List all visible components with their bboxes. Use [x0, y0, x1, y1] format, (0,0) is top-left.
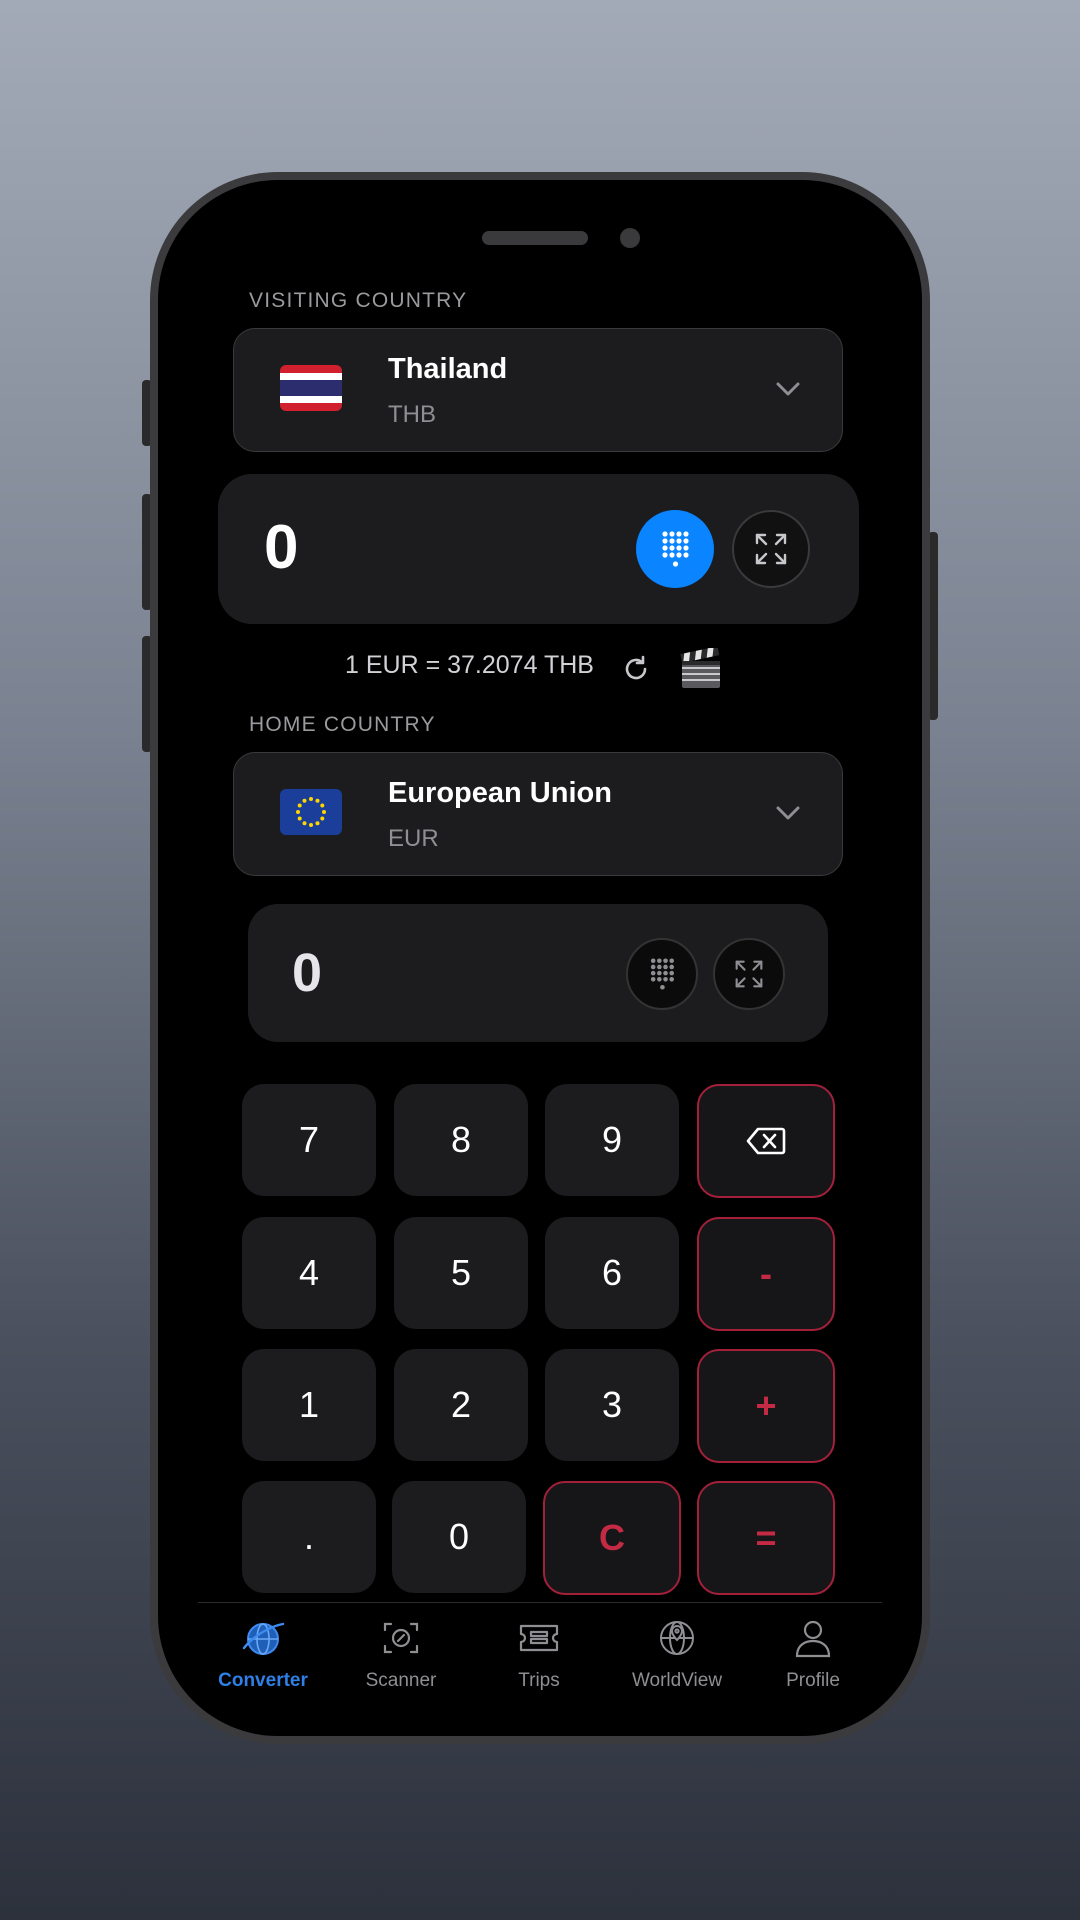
home-expand-button[interactable]	[713, 938, 785, 1010]
tabbar-divider	[198, 1602, 882, 1603]
key-9[interactable]: 9	[545, 1084, 679, 1196]
scan-icon	[383, 1622, 419, 1654]
refresh-icon[interactable]	[621, 654, 651, 684]
home-country-selector[interactable]: European Union EUR	[233, 752, 843, 876]
key-decimal[interactable]: .	[242, 1481, 376, 1593]
globe-icon	[242, 1622, 285, 1655]
visiting-keypad-toggle-button[interactable]	[636, 510, 714, 588]
key-7[interactable]: 7	[242, 1084, 376, 1196]
tab-worldview[interactable]: WorldView	[612, 1618, 742, 1698]
minus-button[interactable]: -	[697, 1217, 835, 1331]
tab-label: Scanner	[365, 1670, 437, 1691]
key-8[interactable]: 8	[394, 1084, 528, 1196]
plus-button[interactable]: +	[697, 1349, 835, 1463]
tab-label: WorldView	[631, 1670, 723, 1691]
home-country-name: European Union	[388, 777, 612, 809]
home-keypad-toggle-button[interactable]	[626, 938, 698, 1010]
visiting-section-label: VISITING COUNTRY	[249, 289, 468, 312]
earpiece-speaker	[482, 231, 588, 245]
map-pin-globe-icon	[660, 1621, 694, 1655]
visiting-amount: 0	[264, 513, 299, 582]
tab-scanner[interactable]: Scanner	[336, 1618, 466, 1698]
ticket-icon	[519, 1624, 559, 1652]
key-0[interactable]: 0	[392, 1481, 526, 1593]
home-amount: 0	[292, 943, 323, 1003]
tab-label: Trips	[518, 1670, 560, 1691]
visiting-amount-box[interactable]: 0	[218, 474, 859, 624]
front-camera	[620, 228, 640, 248]
key-2[interactable]: 2	[394, 1349, 528, 1461]
thailand-flag-icon	[280, 365, 342, 411]
tab-label: Profile	[786, 1670, 840, 1691]
backspace-button[interactable]	[697, 1084, 835, 1198]
person-icon	[795, 1620, 831, 1658]
key-4[interactable]: 4	[242, 1217, 376, 1329]
key-1[interactable]: 1	[242, 1349, 376, 1461]
key-5[interactable]: 5	[394, 1217, 528, 1329]
exchange-rate-text: 1 EUR = 37.2074 THB	[345, 651, 594, 679]
equals-button[interactable]: =	[697, 1481, 835, 1595]
backspace-icon	[746, 1127, 786, 1155]
expand-icon	[735, 960, 763, 988]
keypad-icon	[650, 958, 674, 990]
key-6[interactable]: 6	[545, 1217, 679, 1329]
key-3[interactable]: 3	[545, 1349, 679, 1461]
clear-button[interactable]: C	[543, 1481, 681, 1595]
home-amount-box[interactable]: 0	[248, 904, 828, 1042]
clapperboard-icon[interactable]	[680, 648, 722, 690]
chevron-down-icon	[776, 806, 800, 820]
expand-icon	[755, 533, 787, 565]
home-currency-code: EUR	[388, 825, 439, 852]
eu-flag-icon	[280, 789, 342, 835]
visiting-expand-button[interactable]	[732, 510, 810, 588]
visiting-country-name: Thailand	[388, 353, 508, 385]
tab-label: Converter	[218, 1670, 308, 1691]
chevron-down-icon	[776, 382, 800, 396]
visiting-country-selector[interactable]: Thailand THB	[233, 328, 843, 452]
tab-profile[interactable]: Profile	[748, 1618, 878, 1698]
visiting-currency-code: THB	[388, 401, 436, 428]
tab-converter[interactable]: Converter	[198, 1618, 328, 1698]
keypad-icon	[662, 531, 689, 567]
tab-trips[interactable]: Trips	[474, 1618, 604, 1698]
home-section-label: HOME COUNTRY	[249, 713, 436, 736]
